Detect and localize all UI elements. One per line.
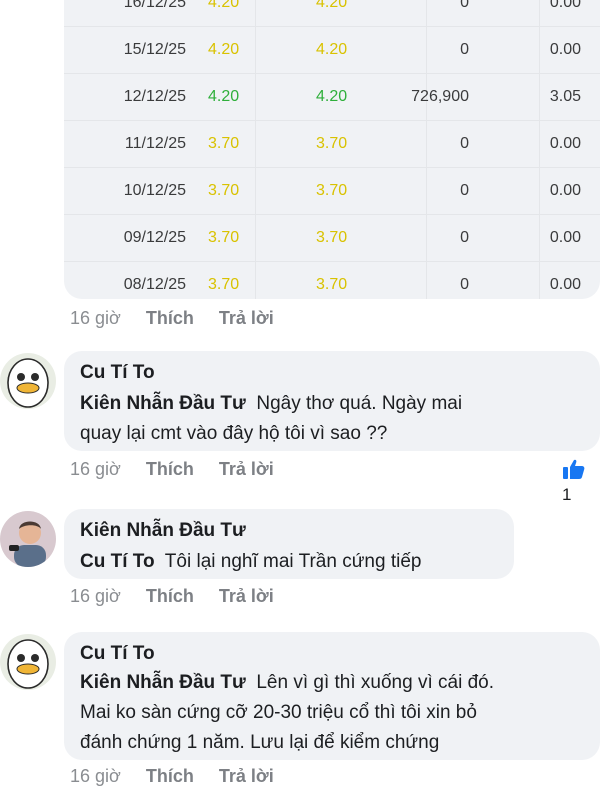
reply-link[interactable]: Trả lời (219, 308, 274, 328)
duck-avatar-icon (0, 634, 56, 690)
open-price-cell: 3.70 (208, 276, 240, 293)
comment-bubble: Kiên Nhẫn Đầu Tư Cu Tí To Tôi lại nghĩ m… (64, 509, 514, 579)
percent-cell: 0.00 (549, 182, 581, 199)
volume-cell: 0 (460, 135, 469, 152)
comment-text-line: Tôi lại nghĩ mai Trần cứng tiếp (164, 551, 422, 572)
person-avatar-icon (0, 511, 56, 567)
comment-author[interactable]: Kiên Nhẫn Đầu Tư (80, 519, 498, 543)
percent-cell: 0.00 (549, 229, 581, 246)
comment-author[interactable]: Cu Tí To (80, 361, 584, 385)
like-link[interactable]: Thích (146, 308, 194, 328)
duck-avatar-icon (0, 353, 56, 409)
percent-cell: 0.00 (549, 276, 581, 293)
timestamp: 16 giờ (70, 766, 121, 786)
reply-link[interactable]: Trả lời (219, 766, 274, 786)
comment-bubble: Cu Tí To Kiên Nhẫn Đầu Tư Ngây thơ quá. … (64, 351, 600, 451)
close-price-cell: 4.20 (316, 88, 348, 105)
avatar[interactable] (0, 353, 56, 409)
comment-meta: 16 giờ Thích Trả lời (70, 764, 294, 788)
table-row: 11/12/25 3.70 3.70 0 0.00 (64, 121, 600, 168)
reply-link[interactable]: Trả lời (219, 586, 274, 606)
comment-text: Kiên Nhẫn Đầu Tư Ngây thơ quá. Ngày mai … (80, 389, 584, 449)
table-row: 08/12/25 3.70 3.70 0 0.00 (64, 262, 600, 299)
close-price-cell: 3.70 (316, 135, 348, 152)
comment-bubble: Cu Tí To Kiên Nhẫn Đầu Tư Lên vì gì thì … (64, 632, 600, 760)
avatar[interactable] (0, 634, 56, 690)
reaction-count-value: 1 (562, 485, 572, 504)
volume-cell: 0 (460, 0, 469, 11)
mention-link[interactable]: Kiên Nhẫn Đầu Tư (80, 672, 246, 693)
date-cell: 12/12/25 (123, 88, 186, 105)
timestamp: 16 giờ (70, 459, 121, 479)
avatar[interactable] (0, 511, 56, 567)
percent-cell: 0.00 (549, 41, 581, 58)
close-price-cell: 3.70 (316, 276, 348, 293)
table-row: 15/12/25 4.20 4.20 0 0.00 (64, 27, 600, 74)
table-row: 12/12/25 4.20 4.20 726,900 3.05 (64, 74, 600, 121)
open-price-cell: 4.20 (208, 41, 240, 58)
reaction-count[interactable]: 1 (562, 458, 600, 504)
open-price-cell: 3.70 (208, 182, 240, 199)
date-cell: 09/12/25 (123, 229, 186, 246)
price-history-table: 16/12/25 4.20 4.20 0 0.00 15/12/25 4.20 4.20 0 0.… (64, 0, 600, 299)
comment-meta: 16 giờ Thích Trả lời (70, 584, 294, 608)
comment-text-line: quay lại cmt vào đây hộ tôi vì sao ?? (80, 423, 388, 444)
mention-link[interactable]: Kiên Nhẫn Đầu Tư (80, 393, 246, 414)
table-row: 10/12/25 3.70 3.70 0 0.00 (64, 168, 600, 215)
open-price-cell: 4.20 (208, 0, 240, 11)
comment-text-line: Lên vì gì thì xuống vì cái đó. (256, 672, 494, 693)
table-row: 09/12/25 3.70 3.70 0 0.00 (64, 215, 600, 262)
open-price-cell: 4.20 (208, 88, 240, 105)
date-cell: 16/12/25 (123, 0, 186, 11)
percent-cell: 0.00 (549, 0, 581, 11)
like-link[interactable]: Thích (146, 766, 194, 786)
open-price-cell: 3.70 (208, 135, 240, 152)
date-cell: 08/12/25 (123, 276, 186, 293)
thumbs-up-icon (563, 459, 585, 479)
comment-text: Cu Tí To Tôi lại nghĩ mai Trần cứng tiếp (80, 547, 498, 577)
close-price-cell: 3.70 (316, 182, 348, 199)
date-cell: 11/12/25 (124, 135, 186, 152)
like-link[interactable]: Thích (146, 586, 194, 606)
reply-link[interactable]: Trả lời (219, 459, 274, 479)
volume-cell: 0 (460, 182, 469, 199)
volume-cell: 0 (460, 41, 469, 58)
volume-cell: 0 (460, 229, 469, 246)
volume-cell: 0 (460, 276, 469, 293)
post-meta: 16 giờ Thích Trả lời (70, 306, 294, 330)
comment-text-line: đánh chứng 1 năm. Lưu lại để kiểm chứng (80, 732, 440, 753)
comment-text-line: Mai ko sàn cứng cỡ 20-30 triệu cổ thì tô… (80, 702, 477, 723)
close-price-cell: 4.20 (316, 41, 348, 58)
timestamp: 16 giờ (70, 586, 121, 606)
volume-cell: 726,900 (411, 88, 469, 105)
percent-cell: 3.05 (549, 88, 581, 105)
comment-text: Kiên Nhẫn Đầu Tư Lên vì gì thì xuống vì … (80, 668, 584, 758)
close-price-cell: 3.70 (316, 229, 348, 246)
like-link[interactable]: Thích (146, 459, 194, 479)
mention-link[interactable]: Cu Tí To (80, 551, 155, 572)
table-row: 16/12/25 4.20 4.20 0 0.00 (64, 0, 600, 27)
percent-cell: 0.00 (549, 135, 581, 152)
open-price-cell: 3.70 (208, 229, 240, 246)
comment-text-line: Ngây thơ quá. Ngày mai (256, 393, 463, 414)
date-cell: 10/12/25 (123, 182, 186, 199)
comment-meta: 16 giờ Thích Trả lời (70, 457, 294, 481)
date-cell: 15/12/25 (123, 41, 186, 58)
timestamp: 16 giờ (70, 308, 121, 328)
close-price-cell: 4.20 (316, 0, 348, 11)
comment-author[interactable]: Cu Tí To (80, 642, 584, 666)
